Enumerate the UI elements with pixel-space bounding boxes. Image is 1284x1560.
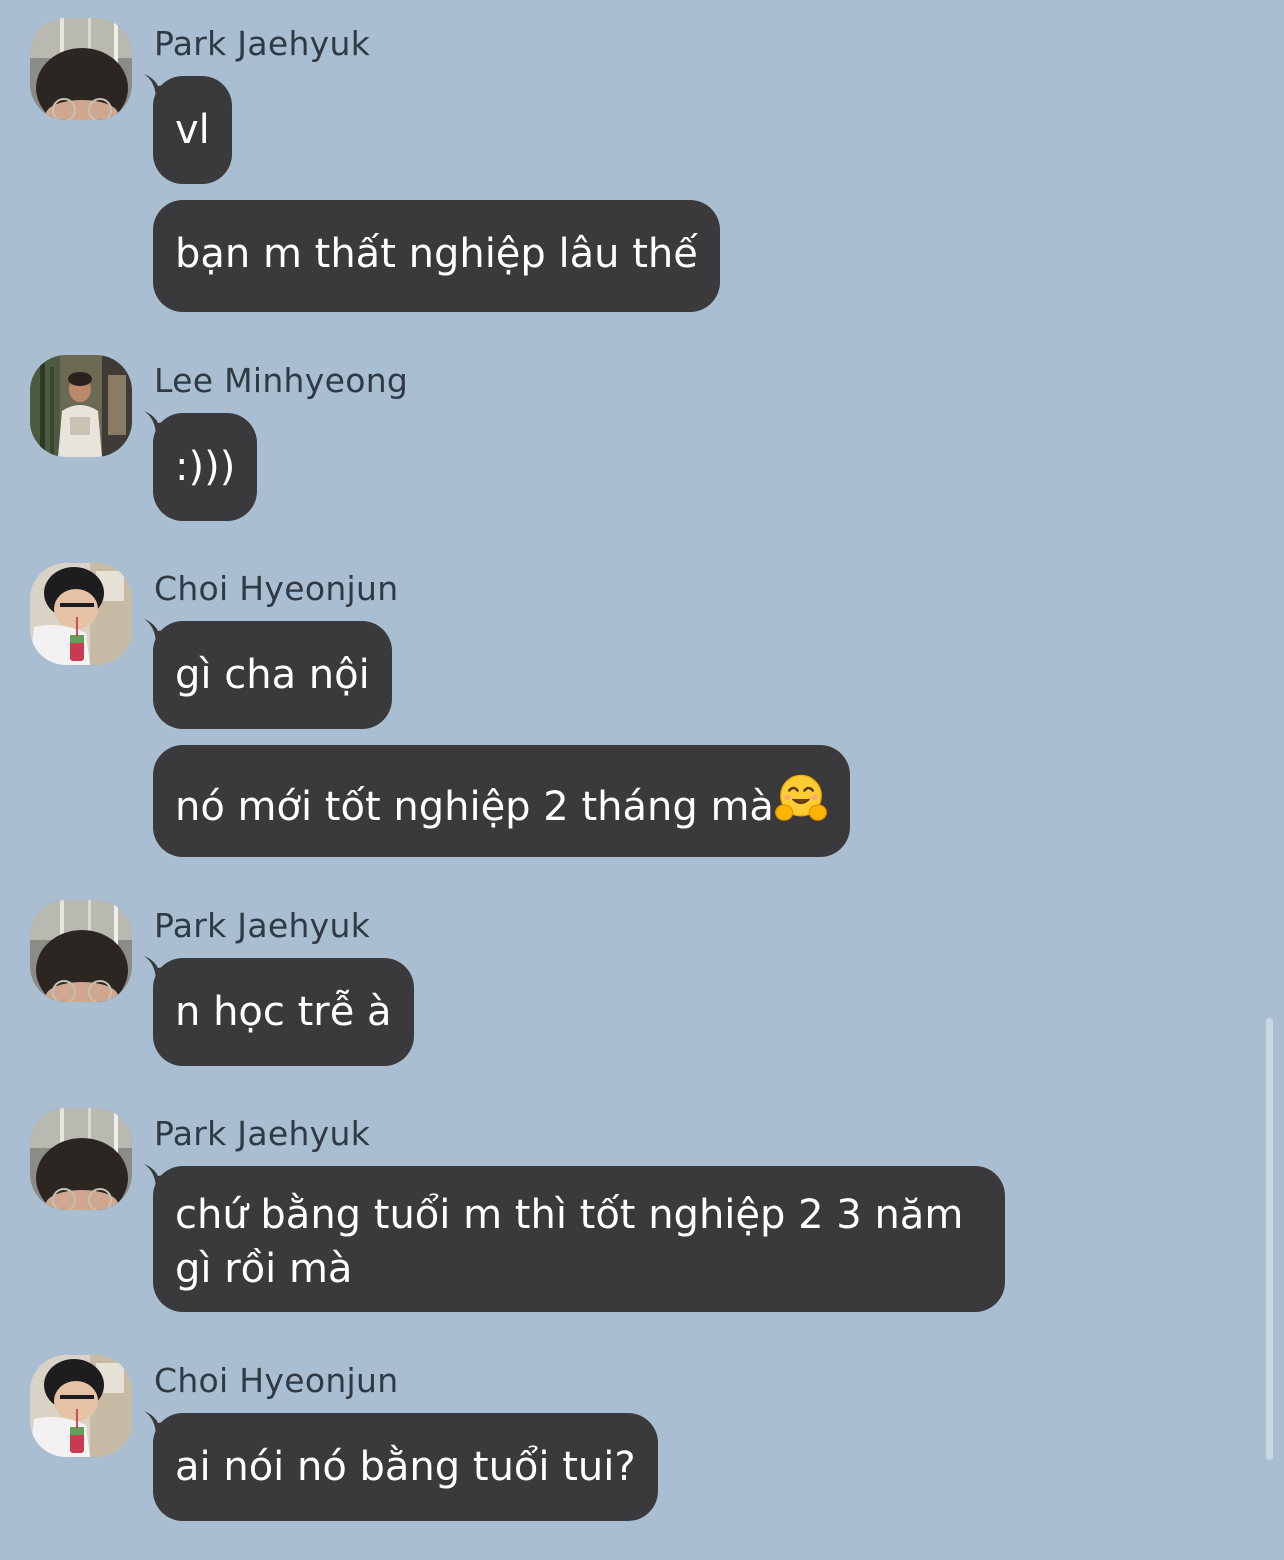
sender-name: Choi Hyeonjun (154, 1361, 399, 1400)
message-text: nó mới tốt nghiệp 2 tháng mà (175, 784, 774, 830)
message-bubble[interactable]: nó mới tốt nghiệp 2 tháng mà (153, 745, 850, 857)
message-bubble[interactable]: bạn m thất nghiệp lâu thế (153, 200, 720, 312)
avatar-choi-hyeonjun[interactable] (30, 1355, 132, 1457)
message-bubble[interactable]: n học trễ à (153, 958, 414, 1066)
sender-name: Park Jaehyuk (154, 24, 371, 63)
sender-name: Choi Hyeonjun (154, 569, 399, 608)
scrollbar[interactable] (1266, 1018, 1273, 1460)
avatar-choi-hyeonjun[interactable] (30, 563, 132, 665)
avatar-lee-minhyeong[interactable] (30, 355, 132, 457)
message-bubble[interactable]: chứ bằng tuổi m thì tốt nghiệp 2 3 năm g… (153, 1166, 1005, 1312)
message-bubble[interactable]: vl (153, 76, 232, 184)
hugging-face-emoji (774, 772, 828, 826)
sender-name: Lee Minhyeong (154, 361, 409, 400)
message-bubble[interactable]: gì cha nội (153, 621, 392, 729)
sender-name: Park Jaehyuk (154, 906, 371, 945)
sender-name: Park Jaehyuk (154, 1114, 371, 1153)
avatar-park-jaehyuk[interactable] (30, 1108, 132, 1210)
chat-message-list[interactable]: Park Jaehyuk vl bạn m thất nghiệp lâu th… (0, 0, 1284, 1560)
avatar-park-jaehyuk[interactable] (30, 18, 132, 120)
avatar-park-jaehyuk[interactable] (30, 900, 132, 1002)
message-bubble[interactable]: :))) (153, 413, 258, 521)
message-bubble[interactable]: ai nói nó bằng tuổi tui? (153, 1413, 658, 1521)
